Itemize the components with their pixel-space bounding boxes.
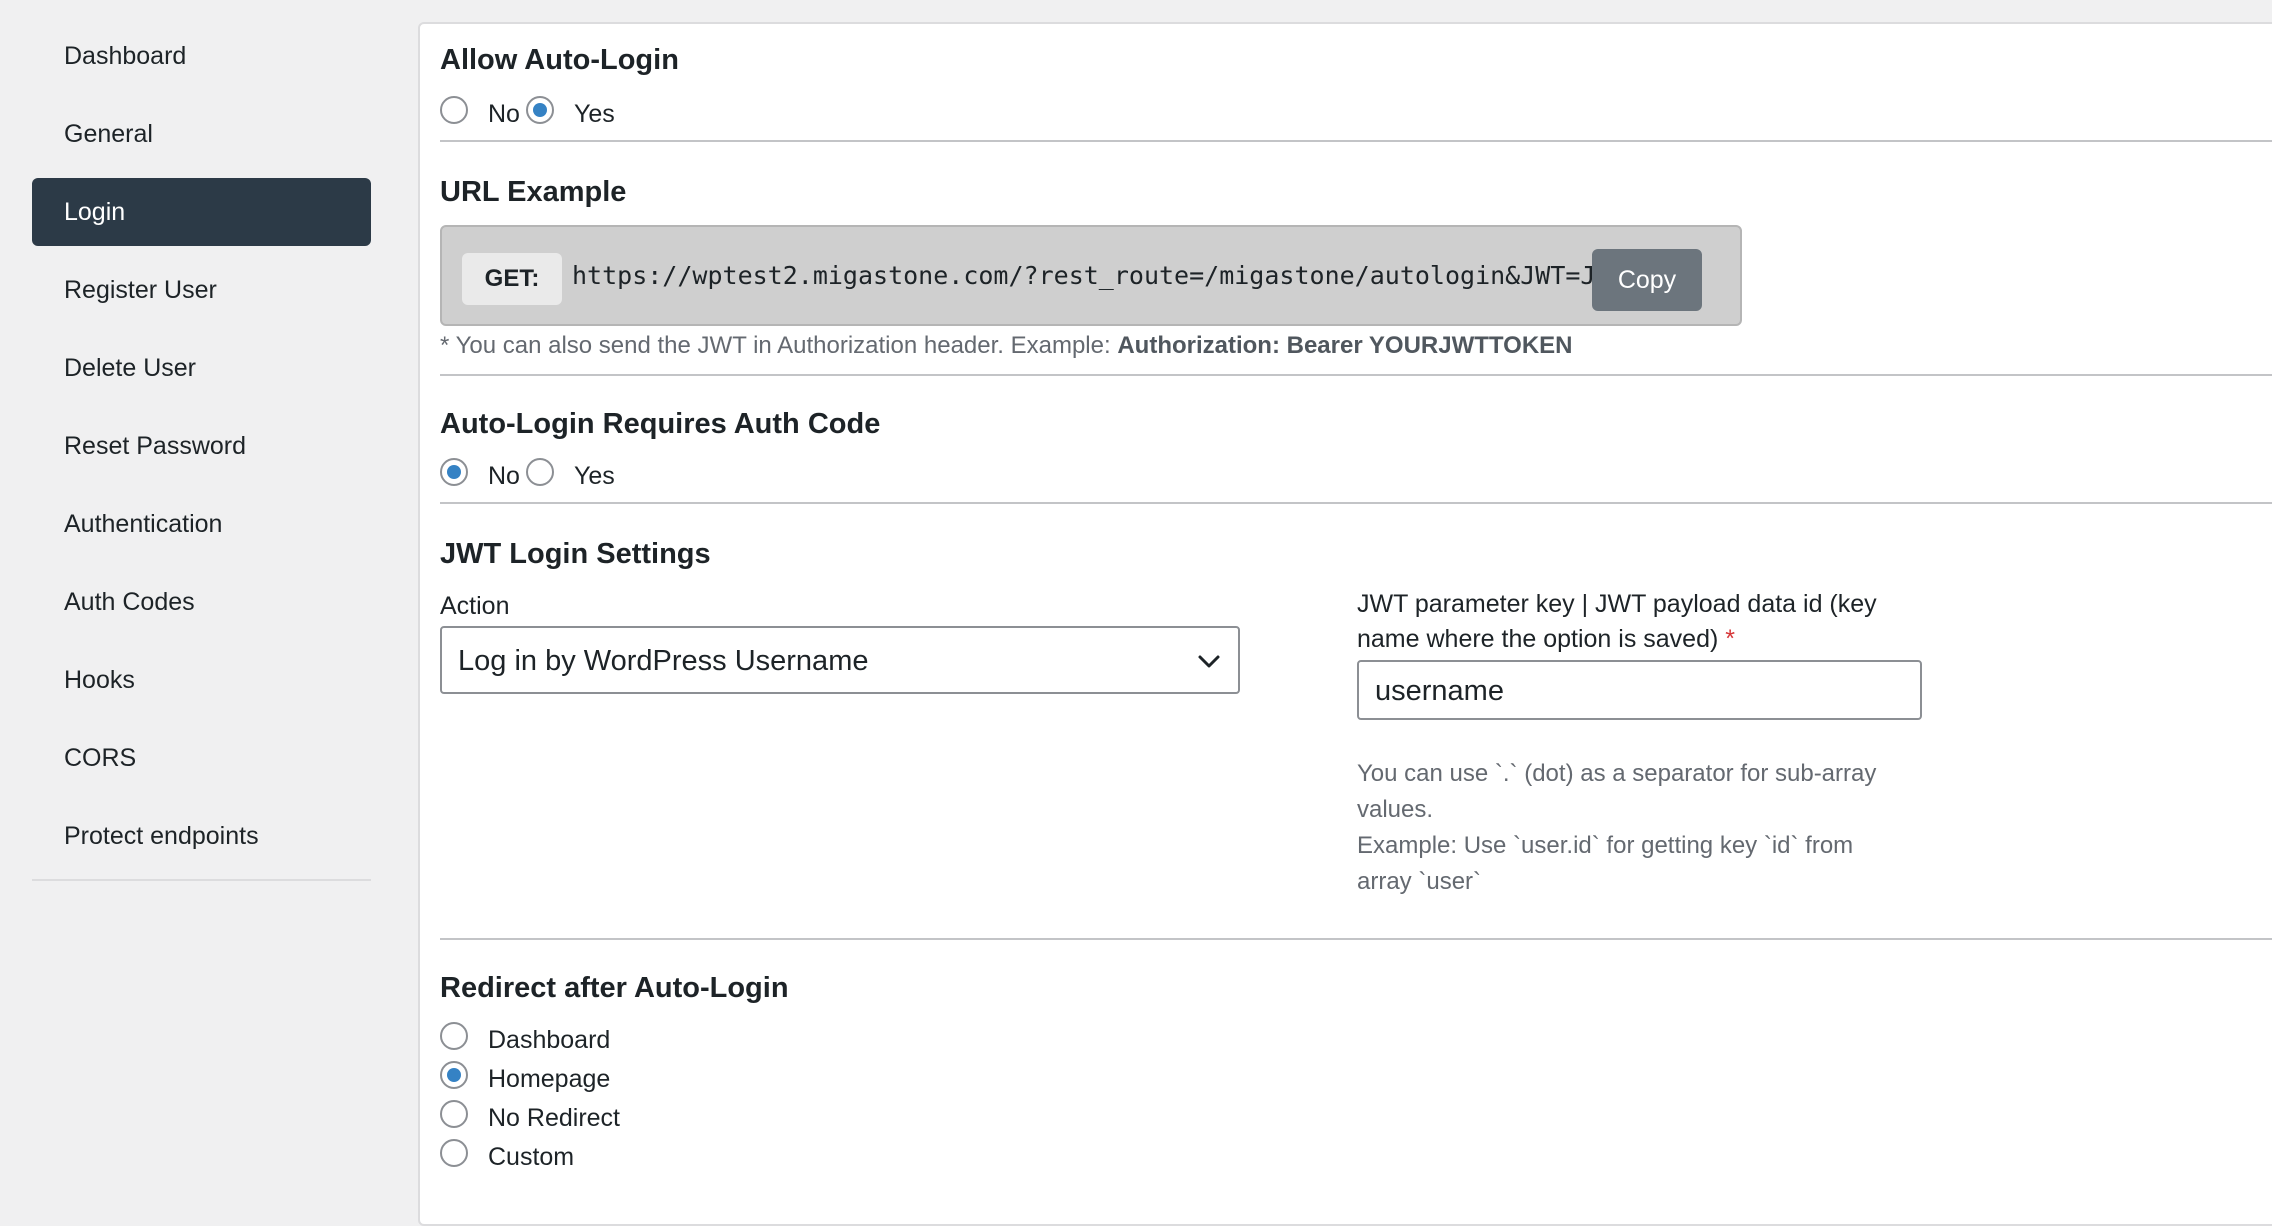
sidebar-item-delete-user[interactable]: Delete User bbox=[32, 334, 371, 402]
sidebar-item-register-user[interactable]: Register User bbox=[32, 256, 371, 324]
allow-auto-login-no-label: No bbox=[488, 100, 520, 128]
sidebar-item-cors[interactable]: CORS bbox=[32, 724, 371, 792]
note-example: Authorization: Bearer YOURJWTTOKEN bbox=[1117, 332, 1573, 359]
jwt-parameter-key-input[interactable]: username bbox=[1357, 660, 1922, 720]
url-example-text: https://wptest2.migastone.com/?rest_rout… bbox=[572, 261, 1626, 290]
note-text: * You can also send the JWT in Authoriza… bbox=[440, 332, 1111, 359]
allow-auto-login-heading: Allow Auto-Login bbox=[440, 44, 679, 76]
chevron-down-icon bbox=[1198, 655, 1220, 668]
jwt-parameter-key-label-text: name where the option is saved) bbox=[1357, 625, 1719, 653]
redirect-dashboard-radio[interactable] bbox=[440, 1022, 468, 1050]
jwt-login-settings-heading: JWT Login Settings bbox=[440, 538, 711, 570]
jwt-parameter-help-line1: You can use `.` (dot) as a separator for… bbox=[1357, 760, 1877, 787]
allow-auto-login-yes-radio[interactable] bbox=[526, 96, 554, 124]
requires-auth-code-no-radio[interactable] bbox=[440, 458, 468, 486]
jwt-parameter-help-line2: values. bbox=[1357, 796, 1434, 823]
sidebar-divider bbox=[32, 879, 371, 881]
url-example-box: GET: https://wptest2.migastone.com/?rest… bbox=[440, 225, 1742, 326]
section-divider bbox=[440, 140, 2272, 142]
sidebar-item-hooks[interactable]: Hooks bbox=[32, 646, 371, 714]
sidebar-item-general[interactable]: General bbox=[32, 100, 371, 168]
requires-auth-code-yes-radio[interactable] bbox=[526, 458, 554, 486]
sidebar-item-reset-password[interactable]: Reset Password bbox=[32, 412, 371, 480]
action-select-value: Log in by WordPress Username bbox=[458, 645, 869, 677]
requires-auth-code-heading: Auto-Login Requires Auth Code bbox=[440, 408, 881, 440]
required-mark: * bbox=[1725, 625, 1736, 653]
action-label: Action bbox=[440, 592, 510, 620]
action-select[interactable]: Log in by WordPress Username bbox=[440, 626, 1240, 694]
redirect-custom-radio[interactable] bbox=[440, 1139, 468, 1167]
settings-sidebar: Dashboard General Login Register User De… bbox=[32, 0, 371, 881]
redirect-no-redirect-label: No Redirect bbox=[488, 1104, 620, 1132]
allow-auto-login-yes-label: Yes bbox=[574, 100, 615, 128]
section-divider bbox=[440, 374, 2272, 376]
redirect-no-redirect-radio[interactable] bbox=[440, 1100, 468, 1128]
sidebar-item-dashboard[interactable]: Dashboard bbox=[32, 22, 371, 90]
http-method-badge: GET: bbox=[462, 253, 562, 305]
section-divider bbox=[440, 938, 2272, 940]
jwt-parameter-key-label: JWT parameter key | JWT payload data id … bbox=[1357, 590, 1877, 618]
redirect-heading: Redirect after Auto-Login bbox=[440, 972, 789, 1004]
redirect-homepage-label: Homepage bbox=[488, 1065, 611, 1093]
section-divider bbox=[440, 502, 2272, 504]
sidebar-item-authentication[interactable]: Authentication bbox=[32, 490, 371, 558]
jwt-parameter-help-line3: Example: Use `user.id` for getting key `… bbox=[1357, 832, 1854, 859]
authorization-header-note: * You can also send the JWT in Authoriza… bbox=[440, 332, 1572, 360]
copy-button[interactable]: Copy bbox=[1592, 249, 1702, 311]
sidebar-item-login[interactable]: Login bbox=[32, 178, 371, 246]
jwt-parameter-help-line4: array `user` bbox=[1357, 868, 1482, 895]
requires-auth-code-no-label: No bbox=[488, 462, 520, 490]
jwt-parameter-key-value: username bbox=[1375, 675, 1504, 707]
redirect-dashboard-label: Dashboard bbox=[488, 1026, 611, 1054]
jwt-parameter-key-label-line2: name where the option is saved) * bbox=[1357, 625, 1735, 654]
redirect-homepage-radio[interactable] bbox=[440, 1061, 468, 1089]
sidebar-item-protect-endpoints[interactable]: Protect endpoints bbox=[32, 802, 371, 870]
allow-auto-login-no-radio[interactable] bbox=[440, 96, 468, 124]
url-example-heading: URL Example bbox=[440, 176, 627, 208]
login-settings-panel: Allow Auto-Login No Yes URL Example GET:… bbox=[418, 22, 2272, 1226]
requires-auth-code-yes-label: Yes bbox=[574, 462, 615, 490]
sidebar-item-auth-codes[interactable]: Auth Codes bbox=[32, 568, 371, 636]
redirect-custom-label: Custom bbox=[488, 1143, 575, 1171]
